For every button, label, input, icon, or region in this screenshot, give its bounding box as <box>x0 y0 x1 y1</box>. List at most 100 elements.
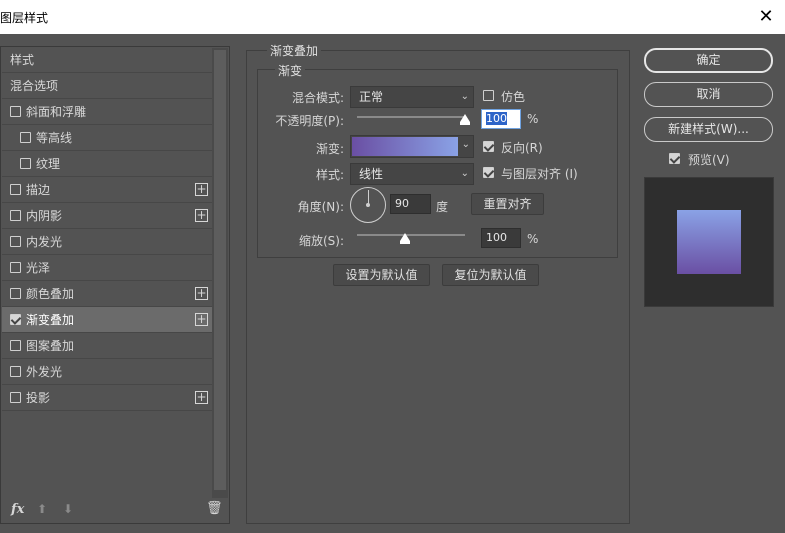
style-value: 线性 <box>359 167 384 181</box>
sidebar-item-label: 颜色叠加 <box>26 287 75 301</box>
blend-mode-value: 正常 <box>359 90 384 104</box>
sidebar-item[interactable]: 图案叠加 <box>2 333 212 359</box>
sidebar-item-label: 内阴影 <box>26 209 63 223</box>
sidebar-item[interactable]: 描边 + <box>2 177 212 203</box>
angle-value: 90 <box>395 197 409 210</box>
chevron-down-icon[interactable]: ⌄ <box>462 139 470 150</box>
style-label: 样式: <box>315 168 344 182</box>
add-effect-icon[interactable]: + <box>195 287 208 300</box>
title-bar: 图层样式 ✕ <box>0 0 785 34</box>
sidebar-item-checkbox[interactable] <box>10 210 21 221</box>
sidebar-item[interactable]: 外发光 <box>2 359 212 385</box>
sidebar-item[interactable]: 内发光 <box>2 229 212 255</box>
chevron-down-icon: ⌄ <box>460 91 469 102</box>
opacity-slider-track[interactable] <box>357 116 465 118</box>
sidebar-item-checkbox[interactable] <box>10 314 21 325</box>
opacity-slider-thumb[interactable] <box>460 114 470 125</box>
sidebar-header-styles[interactable]: 样式 <box>2 47 212 73</box>
add-effect-icon[interactable]: + <box>195 183 208 196</box>
sidebar-item[interactable]: 投影 + <box>2 385 212 411</box>
sidebar-item[interactable]: 光泽 <box>2 255 212 281</box>
angle-label: 角度(N): <box>297 200 344 214</box>
sidebar-item-label: 图案叠加 <box>26 339 75 353</box>
sidebar-item-checkbox[interactable] <box>10 262 21 273</box>
sidebar-item-checkbox[interactable] <box>10 184 21 195</box>
make-default-button[interactable]: 设置为默认值 <box>333 264 430 286</box>
cancel-button[interactable]: 取消 <box>644 82 773 107</box>
ok-button[interactable]: 确定 <box>644 48 773 73</box>
scale-input[interactable]: 100 <box>481 228 521 248</box>
reverse-label: 反向(R) <box>501 141 543 155</box>
trash-icon[interactable]: 🗑 <box>206 501 223 516</box>
angle-dial[interactable] <box>350 187 386 223</box>
opacity-value: 100 <box>486 112 507 125</box>
scale-value: 100 <box>486 231 507 244</box>
sidebar-item-label: 等高线 <box>36 131 73 145</box>
arrow-up-icon[interactable]: ⬆ <box>37 502 47 516</box>
opacity-label: 不透明度(P): <box>275 114 344 128</box>
sidebar-item-label: 描边 <box>26 183 51 197</box>
sidebar-item-label: 投影 <box>26 391 51 405</box>
angle-center <box>366 203 370 207</box>
scale-slider-thumb[interactable] <box>399 233 410 244</box>
style-select[interactable]: 线性 ⌄ <box>350 163 474 185</box>
sidebar-item[interactable]: 等高线 <box>2 125 212 151</box>
sidebar-item[interactable]: 渐变叠加 + <box>2 307 212 333</box>
styles-sidebar: 样式 混合选项 斜面和浮雕等高线纹理描边 + 内阴影 + 内发光光泽颜色叠加 + 渐变叠加 +… <box>0 46 230 524</box>
sidebar-header-label: 样式 <box>10 53 35 67</box>
preview-checkbox[interactable] <box>669 153 680 164</box>
sidebar-item-label: 外发光 <box>26 365 63 379</box>
sidebar-item-label: 渐变叠加 <box>26 313 75 327</box>
dither-label: 仿色 <box>501 90 526 104</box>
sidebar-item-label: 混合选项 <box>10 79 59 93</box>
angle-input[interactable]: 90 <box>390 194 431 214</box>
gradient-swatch[interactable] <box>352 137 458 156</box>
scrollbar-thumb[interactable] <box>214 50 226 490</box>
opacity-input[interactable]: 100 <box>481 109 521 129</box>
sidebar-item-label: 纹理 <box>36 157 61 171</box>
align-layer-checkbox[interactable] <box>483 167 494 178</box>
reset-align-button[interactable]: 重置对齐 <box>471 193 544 215</box>
blend-mode-label: 混合模式: <box>291 91 344 105</box>
align-layer-label: 与图层对齐 (I) <box>501 167 578 181</box>
sidebar-item-checkbox[interactable] <box>20 158 31 169</box>
sidebar-item-checkbox[interactable] <box>10 340 21 351</box>
add-effect-icon[interactable]: + <box>195 313 208 326</box>
gradient-label: 渐变: <box>315 142 344 156</box>
add-effect-icon[interactable]: + <box>195 391 208 404</box>
arrow-down-icon[interactable]: ⬇ <box>63 502 73 516</box>
add-effect-icon[interactable]: + <box>195 209 208 222</box>
sidebar-item-checkbox[interactable] <box>10 106 21 117</box>
sidebar-item-checkbox[interactable] <box>10 366 21 377</box>
sidebar-item-blend-options[interactable]: 混合选项 <box>2 73 212 99</box>
window-title: 图层样式 <box>0 11 49 25</box>
chevron-down-icon: ⌄ <box>460 168 469 179</box>
sidebar-item[interactable]: 内阴影 + <box>2 203 212 229</box>
sidebar-item-checkbox[interactable] <box>10 392 21 403</box>
style-preview <box>644 177 774 307</box>
sidebar-item[interactable]: 颜色叠加 + <box>2 281 212 307</box>
sidebar-item-checkbox[interactable] <box>10 236 21 247</box>
reverse-checkbox[interactable] <box>483 141 494 152</box>
fx-icon[interactable]: fx <box>11 502 24 517</box>
sidebar-item[interactable]: 纹理 <box>2 151 212 177</box>
scale-label: 缩放(S): <box>298 234 344 248</box>
dither-checkbox[interactable] <box>483 90 494 101</box>
preview-label: 预览(V) <box>688 153 730 167</box>
close-icon[interactable]: ✕ <box>755 6 777 28</box>
reset-default-button[interactable]: 复位为默认值 <box>442 264 539 286</box>
scale-slider-track[interactable] <box>357 234 465 236</box>
preview-swatch <box>677 210 741 274</box>
sidebar-item-checkbox[interactable] <box>10 288 21 299</box>
sidebar-item-label: 内发光 <box>26 235 63 249</box>
section-title: 渐变叠加 <box>267 42 322 59</box>
opacity-unit: % <box>527 112 539 126</box>
sidebar-scrollbar[interactable] <box>212 48 228 498</box>
new-style-button[interactable]: 新建样式(W)... <box>644 117 773 142</box>
angle-unit: 度 <box>436 200 449 214</box>
gradient-picker[interactable]: ⌄ <box>350 135 474 158</box>
group-title: 渐变 <box>275 62 306 79</box>
blend-mode-select[interactable]: 正常 ⌄ <box>350 86 474 108</box>
sidebar-item-checkbox[interactable] <box>20 132 31 143</box>
sidebar-item[interactable]: 斜面和浮雕 <box>2 99 212 125</box>
